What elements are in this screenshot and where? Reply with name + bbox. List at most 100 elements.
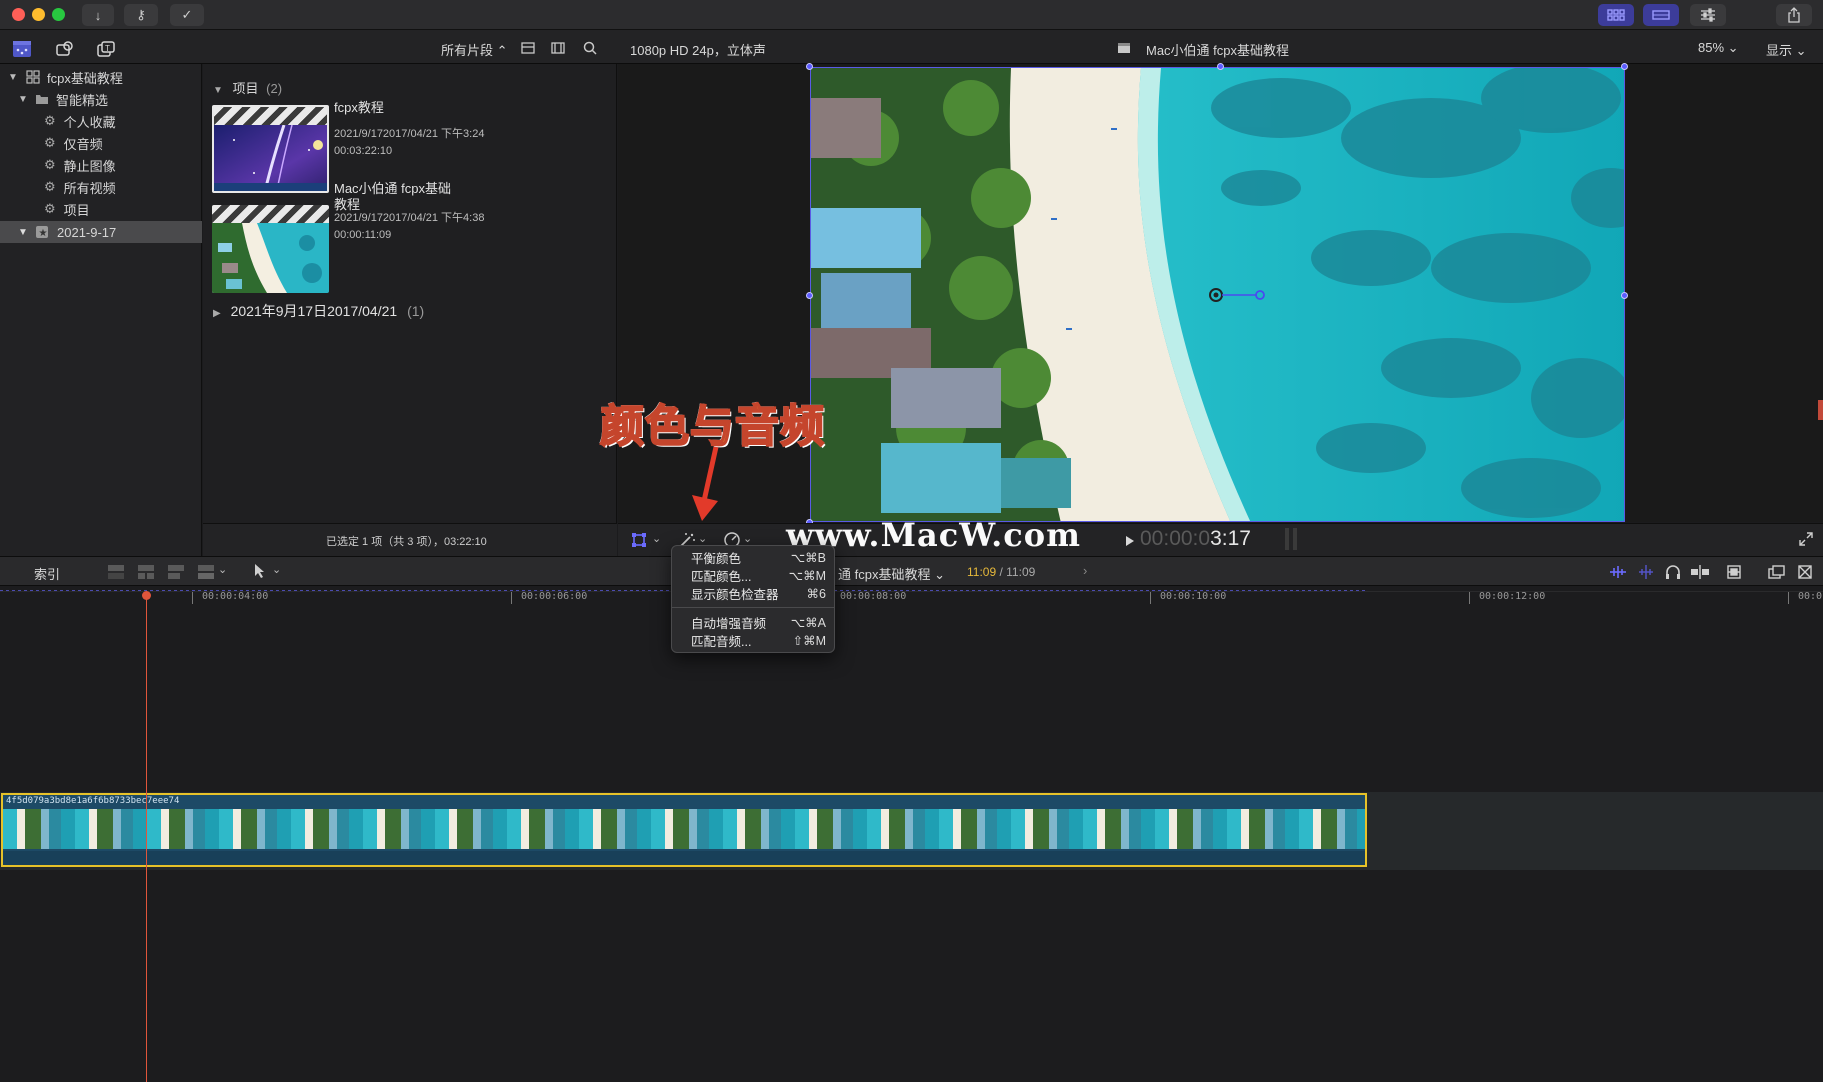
- zoom-window-button[interactable]: [52, 8, 65, 21]
- sidebar-item-projects[interactable]: ⚙ 项目: [0, 198, 202, 220]
- timecode-dim: 00:00:0: [1140, 527, 1211, 550]
- menu-item-match-color[interactable]: 匹配颜色... ⌥⌘M: [672, 566, 834, 584]
- project-name-dropdown[interactable]: 通 fcpx基础教程 ⌄: [838, 564, 945, 583]
- section-count: (1): [407, 303, 425, 319]
- menu-item-show-color-inspector[interactable]: 显示颜色检查器 ⌘6: [672, 584, 834, 602]
- snapping-icon[interactable]: [1690, 564, 1710, 580]
- clip-thumbnail[interactable]: [212, 205, 329, 293]
- playhead-handle[interactable]: [142, 591, 151, 600]
- library-icon[interactable]: [12, 40, 32, 58]
- disclosure-triangle-icon[interactable]: ▼: [18, 227, 28, 238]
- menu-item-auto-enhance-audio[interactable]: 自动增强音频 ⌥⌘A: [672, 613, 834, 631]
- effects-browser-icon[interactable]: [1768, 564, 1786, 580]
- transform-handle[interactable]: [1621, 63, 1628, 70]
- filmstrip-view-icon[interactable]: [551, 42, 565, 54]
- photos-audio-icon[interactable]: [55, 40, 75, 58]
- headphones-icon[interactable]: [1665, 564, 1681, 580]
- menu-item-label: 平衡颜色: [691, 551, 742, 566]
- clip-date: 2021/9/172017/04/21 下午4:38: [334, 212, 485, 224]
- overwrite-clip-icon[interactable]: [196, 563, 216, 581]
- ruler-tick: [1788, 592, 1789, 604]
- transform-tool-icon[interactable]: [631, 532, 647, 548]
- import-button[interactable]: ↓: [82, 4, 114, 26]
- overflow-indicator: [1818, 400, 1823, 420]
- clip-thumbnail[interactable]: [212, 105, 329, 193]
- zoom-dropdown[interactable]: 85% ⌄: [1698, 40, 1739, 56]
- menu-item-shortcut: ⌘6: [806, 586, 826, 601]
- keywords-button[interactable]: ⚷: [124, 4, 158, 26]
- skimming-icon[interactable]: [1636, 564, 1656, 580]
- sidebar-event[interactable]: ▼ ★ 2021-9-17: [0, 221, 202, 243]
- titles-generators-icon[interactable]: T: [96, 40, 116, 58]
- thumbnail-image: [212, 223, 329, 293]
- chevron-down-icon[interactable]: ⌄: [652, 532, 661, 545]
- timeline-clip[interactable]: 4f5d079a3bd8e1a6f6b8733bec7eee74: [1, 793, 1367, 867]
- playhead[interactable]: [146, 593, 147, 1082]
- clip-name[interactable]: fcpx教程: [334, 97, 384, 116]
- insert-clip-icon[interactable]: [136, 563, 156, 581]
- chevron-down-icon[interactable]: ⌄: [272, 563, 281, 576]
- arrow-pointer-icon[interactable]: [253, 563, 267, 579]
- viewer-title: Mac小伯通 fcpx基础教程: [1146, 43, 1290, 58]
- filmstrip-icon: [1652, 10, 1670, 20]
- library-name: fcpx基础教程: [47, 70, 123, 86]
- transform-handle[interactable]: [1621, 292, 1628, 299]
- gear-icon: ⚙: [44, 157, 56, 172]
- fullscreen-icon[interactable]: [1799, 532, 1813, 546]
- minimize-window-button[interactable]: [32, 8, 45, 21]
- filmstrip-frames: [3, 809, 1365, 849]
- background-tasks-button[interactable]: ✓: [170, 4, 204, 26]
- clip-name[interactable]: Mac小伯通 fcpx基础 教程: [334, 181, 451, 213]
- display-dropdown[interactable]: 显示 ⌄: [1766, 40, 1807, 59]
- event-section-header[interactable]: ▶ 2021年9月17日2017/04/21 (1): [213, 301, 424, 321]
- disclosure-triangle-icon[interactable]: ▼: [18, 94, 28, 105]
- timeline-toolbar: 索引 ⌄ ⌄ 通 fcpx基础教程 ⌄ 11:09 / 11:09 ›: [0, 556, 1823, 586]
- menu-item-label: 显示颜色检查器: [691, 587, 779, 602]
- clip-appearance-icon[interactable]: [1726, 564, 1742, 580]
- browser-status-bar: 已选定 1 项（共 3 项），03:22:10: [203, 523, 617, 556]
- chevron-down-icon[interactable]: ⌄: [218, 563, 227, 576]
- timecode-display[interactable]: 00:00:03:17: [1140, 527, 1251, 551]
- close-window-button[interactable]: [12, 8, 25, 21]
- list-view-icon[interactable]: [521, 42, 535, 54]
- ruler-tick: [192, 592, 193, 604]
- projects-section-header[interactable]: ▼ 项目 (2): [213, 78, 282, 97]
- transform-handle[interactable]: [806, 292, 813, 299]
- audio-skimming-icon[interactable]: [1608, 564, 1628, 580]
- ruler-baseline: [0, 591, 1823, 592]
- inspector-toggle-button[interactable]: [1690, 4, 1726, 26]
- rotation-handle-icon[interactable]: [1207, 286, 1271, 304]
- selection-status: 已选定 1 项（共 3 项），03:22:10: [326, 536, 487, 548]
- clapper-icon: [214, 107, 327, 125]
- clips-filter-dropdown[interactable]: 所有片段 ⌃: [441, 40, 508, 59]
- play-icon[interactable]: [1125, 535, 1135, 547]
- sidebar-item-stills[interactable]: ⚙ 静止图像: [0, 154, 202, 176]
- transitions-browser-icon[interactable]: [1797, 564, 1813, 580]
- sidebar-item-favorites[interactable]: ⚙ 个人收藏: [0, 110, 202, 132]
- sidebar-smart-folder[interactable]: ▼ 智能精选: [0, 88, 202, 110]
- sidebar-item-all-video[interactable]: ⚙ 所有视频: [0, 176, 202, 198]
- disclosure-triangle-icon[interactable]: ▼: [213, 85, 223, 96]
- sidebar-library[interactable]: ▼ fcpx基础教程: [0, 66, 202, 88]
- chevron-down-icon[interactable]: ⌄: [743, 532, 752, 545]
- connect-clip-icon[interactable]: [106, 563, 126, 581]
- index-button[interactable]: 索引: [34, 564, 60, 583]
- ruler-label: 00:00:04:00: [202, 591, 269, 602]
- share-button[interactable]: [1776, 4, 1812, 26]
- browser-toggle-button[interactable]: [1598, 4, 1634, 26]
- search-icon[interactable]: [583, 41, 597, 55]
- timeline-toggle-button[interactable]: [1643, 4, 1679, 26]
- checkmark-icon: ✓: [181, 7, 193, 22]
- chevron-right-icon[interactable]: ›: [1083, 563, 1087, 578]
- transform-handle[interactable]: [806, 63, 813, 70]
- menu-item-match-audio[interactable]: 匹配音频... ⇧⌘M: [672, 631, 834, 649]
- disclosure-triangle-icon[interactable]: ▼: [8, 72, 18, 83]
- event-star-icon: ★: [36, 226, 48, 239]
- transform-handle[interactable]: [1217, 63, 1224, 70]
- disclosure-triangle-icon[interactable]: ▶: [213, 308, 221, 319]
- chevron-down-icon[interactable]: ⌄: [698, 532, 707, 545]
- append-clip-icon[interactable]: [166, 563, 186, 581]
- section-count: (2): [266, 81, 283, 96]
- menu-item-balance-color[interactable]: 平衡颜色 ⌥⌘B: [672, 548, 834, 566]
- sidebar-item-audio-only[interactable]: ⚙ 仅音频: [0, 132, 202, 154]
